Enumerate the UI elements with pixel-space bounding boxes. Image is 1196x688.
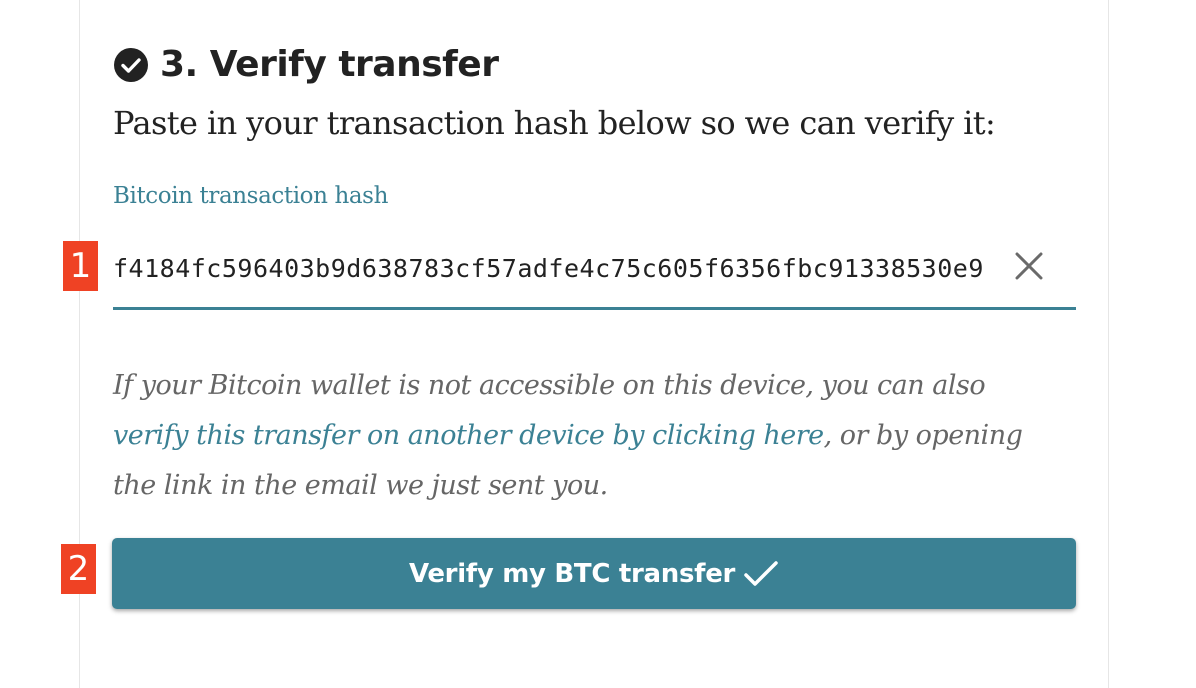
note-prefix: If your Bitcoin wallet is not accessible… xyxy=(113,370,986,401)
hash-field xyxy=(113,240,1076,310)
step-title: 3. Verify transfer xyxy=(160,44,499,85)
step-heading: 3. Verify transfer xyxy=(114,44,499,85)
alternate-verification-note: If your Bitcoin wallet is not accessible… xyxy=(113,361,1063,511)
clear-hash-button[interactable] xyxy=(1009,246,1049,286)
transaction-hash-input[interactable] xyxy=(113,244,983,292)
hash-field-label: Bitcoin transaction hash xyxy=(113,183,388,209)
close-icon xyxy=(1015,252,1043,280)
check-circle-icon xyxy=(114,47,148,82)
annotation-marker-2: 2 xyxy=(61,544,96,594)
verify-transfer-button[interactable]: Verify my BTC transfer xyxy=(112,538,1076,609)
verify-button-label: Verify my BTC transfer xyxy=(408,558,736,589)
verify-other-device-link[interactable]: verify this transfer on another device b… xyxy=(113,420,824,451)
checkmark-icon xyxy=(743,560,779,588)
annotation-marker-1: 1 xyxy=(63,241,98,291)
step-instructions: Paste in your transaction hash below so … xyxy=(113,104,996,142)
